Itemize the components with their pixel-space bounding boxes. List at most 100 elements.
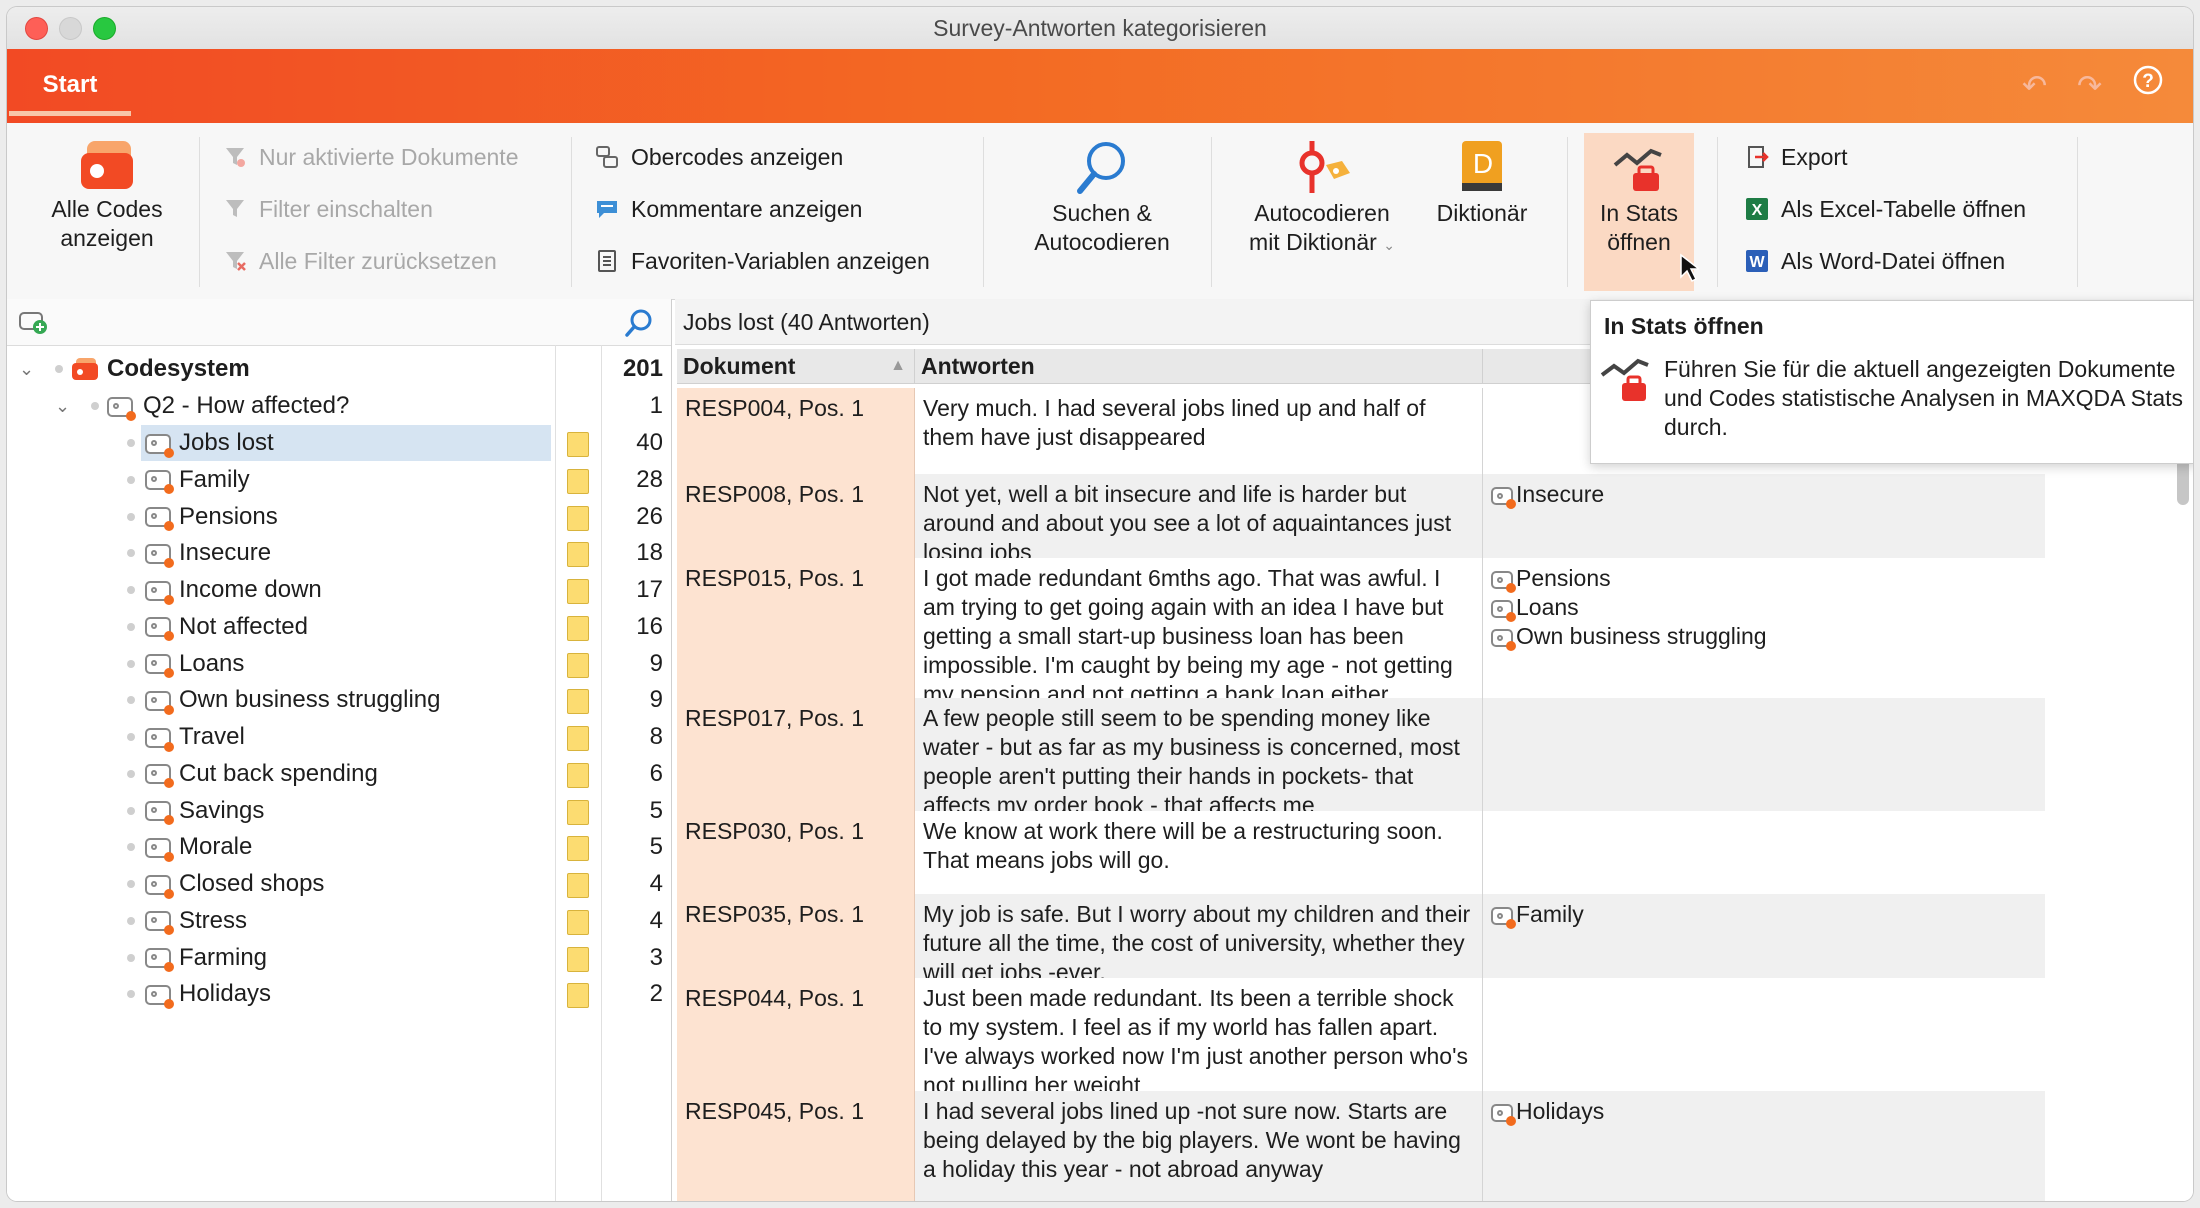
answer-cell[interactable]: My job is safe. But I worry about my chi… — [915, 894, 1483, 978]
show-parent-codes-button[interactable]: Obercodes anzeigen — [595, 141, 843, 173]
tree-code-item[interactable]: Not affected 16 — [7, 609, 671, 645]
table-row[interactable]: RESP008, Pos. 1 Not yet, well a bit insec… — [677, 474, 2045, 559]
memo-icon[interactable] — [567, 909, 589, 935]
tree-code-item[interactable]: Closed shops 4 — [7, 866, 671, 902]
table-row[interactable]: RESP035, Pos. 1 My job is safe. But I wor… — [677, 894, 2045, 979]
open-in-stats-button[interactable]: In Stats öffnen — [1584, 139, 1694, 257]
svg-text:D: D — [1473, 148, 1493, 179]
table-row[interactable]: RESP030, Pos. 1 We know at work there wil… — [677, 811, 2045, 895]
memo-icon[interactable] — [567, 983, 589, 1009]
codes-cell: Family — [1483, 894, 2045, 978]
open-excel-button[interactable]: X Als Excel-Tabelle öffnen — [1745, 193, 2026, 225]
memo-icon[interactable] — [567, 799, 589, 825]
memo-icon[interactable] — [567, 615, 589, 641]
redo-icon[interactable]: ↷ — [2077, 69, 2102, 104]
svg-text:X: X — [1752, 202, 1763, 219]
document-cell[interactable]: RESP008, Pos. 1 — [677, 474, 915, 558]
answer-cell[interactable]: I got made redundant 6mths ago. That was… — [915, 558, 1483, 698]
tree-parent-code[interactable]: ⌄ Q2 - How affected? 1 — [7, 388, 671, 424]
help-icon[interactable]: ? — [2133, 65, 2163, 103]
code-label: Income down — [179, 576, 322, 603]
document-cell[interactable]: RESP017, Pos. 1 — [677, 698, 915, 811]
memo-icon[interactable] — [567, 468, 589, 494]
stats-icon — [1611, 139, 1667, 195]
code-count: 18 — [636, 539, 663, 567]
memo-icon[interactable] — [567, 579, 589, 604]
answer-cell[interactable]: We know at work there will be a restruct… — [915, 811, 1483, 894]
tree-code-item[interactable]: Family 28 — [7, 462, 671, 498]
answer-cell[interactable]: Very much. I had several jobs lined up a… — [915, 388, 1483, 474]
memo-icon[interactable] — [567, 542, 589, 568]
tree-code-item[interactable]: Own business struggling 9 — [7, 682, 671, 718]
memo-icon[interactable] — [567, 836, 589, 862]
tree-code-item[interactable]: Pensions 26 — [7, 499, 671, 535]
dictionary-button[interactable]: D Diktionär — [1417, 139, 1547, 228]
assigned-code[interactable]: Pensions — [1491, 564, 2037, 593]
code-icon — [145, 572, 174, 608]
tree-code-item[interactable]: Jobs lost 40 — [7, 425, 671, 461]
table-row[interactable]: RESP044, Pos. 1 Just been made redundant.… — [677, 978, 2045, 1092]
memo-icon[interactable] — [567, 946, 589, 972]
chevron-down-icon[interactable]: ⌄ — [55, 388, 70, 424]
show-comments-button[interactable]: Kommentare anzeigen — [595, 193, 862, 225]
memo-icon[interactable] — [567, 762, 589, 788]
show-all-codes-button[interactable]: Alle Codes anzeigen — [27, 139, 187, 253]
export-button[interactable]: Export — [1745, 141, 1847, 173]
document-cell[interactable]: RESP004, Pos. 1 — [677, 388, 915, 474]
tree-code-item[interactable]: Morale 5 — [7, 829, 671, 865]
tree-code-item[interactable]: Cut back spending 6 — [7, 756, 671, 792]
document-cell[interactable]: RESP035, Pos. 1 — [677, 894, 915, 978]
tree-code-item[interactable]: Farming 3 — [7, 940, 671, 976]
search-icon[interactable] — [624, 308, 654, 343]
tree-code-item[interactable]: Savings 5 — [7, 793, 671, 829]
only-active-docs-button[interactable]: Nur aktivierte Dokumente — [223, 141, 519, 173]
memo-icon[interactable] — [567, 505, 589, 531]
tree-code-item[interactable]: Travel 8 — [7, 719, 671, 755]
memo-icon[interactable] — [567, 689, 589, 715]
tree-code-item[interactable]: Income down 17 — [7, 572, 671, 608]
codesystem-icon — [77, 139, 137, 191]
memo-icon[interactable] — [567, 652, 589, 678]
code-icon — [145, 829, 174, 865]
tree-code-item[interactable]: Stress 4 — [7, 903, 671, 939]
tree-code-item[interactable]: Insecure 18 — [7, 535, 671, 571]
new-code-icon[interactable] — [19, 311, 49, 340]
filter-on-button[interactable]: Filter einschalten — [223, 193, 433, 225]
undo-icon[interactable]: ↶ — [2022, 69, 2047, 104]
answer-cell[interactable]: Just been made redundant. Its been a ter… — [915, 978, 1483, 1091]
document-cell[interactable]: RESP030, Pos. 1 — [677, 811, 915, 894]
col-header-answers[interactable]: Antworten — [915, 349, 1483, 383]
document-cell[interactable]: RESP015, Pos. 1 — [677, 558, 915, 698]
document-cell[interactable]: RESP045, Pos. 1 — [677, 1091, 915, 1201]
answer-cell[interactable]: A few people still seem to be spending m… — [915, 698, 1483, 811]
tree-root-codesystem[interactable]: ⌄ Codesystem 201 — [7, 351, 671, 387]
svg-text:?: ? — [2142, 71, 2154, 92]
assigned-code[interactable]: Insecure — [1491, 480, 2037, 509]
assigned-code[interactable]: Own business struggling — [1491, 622, 2037, 651]
tree-code-item[interactable]: Loans 9 — [7, 646, 671, 682]
assigned-code[interactable]: Holidays — [1491, 1097, 2037, 1126]
col-header-document[interactable]: Dokument ▲ — [677, 349, 915, 383]
codes-cell: Holidays — [1483, 1091, 2045, 1201]
code-count: 2 — [649, 980, 663, 1008]
open-word-button[interactable]: W Als Word-Datei öffnen — [1745, 245, 2005, 277]
table-row[interactable]: RESP017, Pos. 1A few people still seem t… — [677, 698, 2045, 812]
tree-code-item[interactable]: Holidays 2 — [7, 976, 671, 1012]
memo-icon[interactable] — [567, 726, 589, 751]
show-fav-vars-label: Favoriten-Variablen anzeigen — [631, 248, 930, 274]
table-row[interactable]: RESP015, Pos. 1I got made redundant 6mth… — [677, 558, 2045, 699]
reset-filters-button[interactable]: Alle Filter zurücksetzen — [223, 245, 497, 277]
document-cell[interactable]: RESP044, Pos. 1 — [677, 978, 915, 1091]
autocode-dictionary-button[interactable]: Autocodieren mit Diktionär ⌄ — [1237, 139, 1407, 260]
show-fav-vars-button[interactable]: Favoriten-Variablen anzeigen — [595, 245, 930, 277]
memo-icon[interactable] — [567, 873, 589, 898]
search-autocode-button[interactable]: Suchen & Autocodieren — [1017, 139, 1187, 257]
chevron-down-icon[interactable]: ⌄ — [19, 351, 34, 387]
answer-cell[interactable]: I had several jobs lined up -not sure no… — [915, 1091, 1483, 1201]
answer-cell[interactable]: Not yet, well a bit insecure and life is… — [915, 474, 1483, 558]
assigned-code[interactable]: Family — [1491, 900, 2037, 929]
memo-icon[interactable] — [567, 432, 589, 457]
tab-start[interactable]: Start — [9, 61, 131, 116]
assigned-code[interactable]: Loans — [1491, 593, 2037, 622]
table-row[interactable]: RESP045, Pos. 1I had several jobs lined … — [677, 1091, 2045, 1201]
